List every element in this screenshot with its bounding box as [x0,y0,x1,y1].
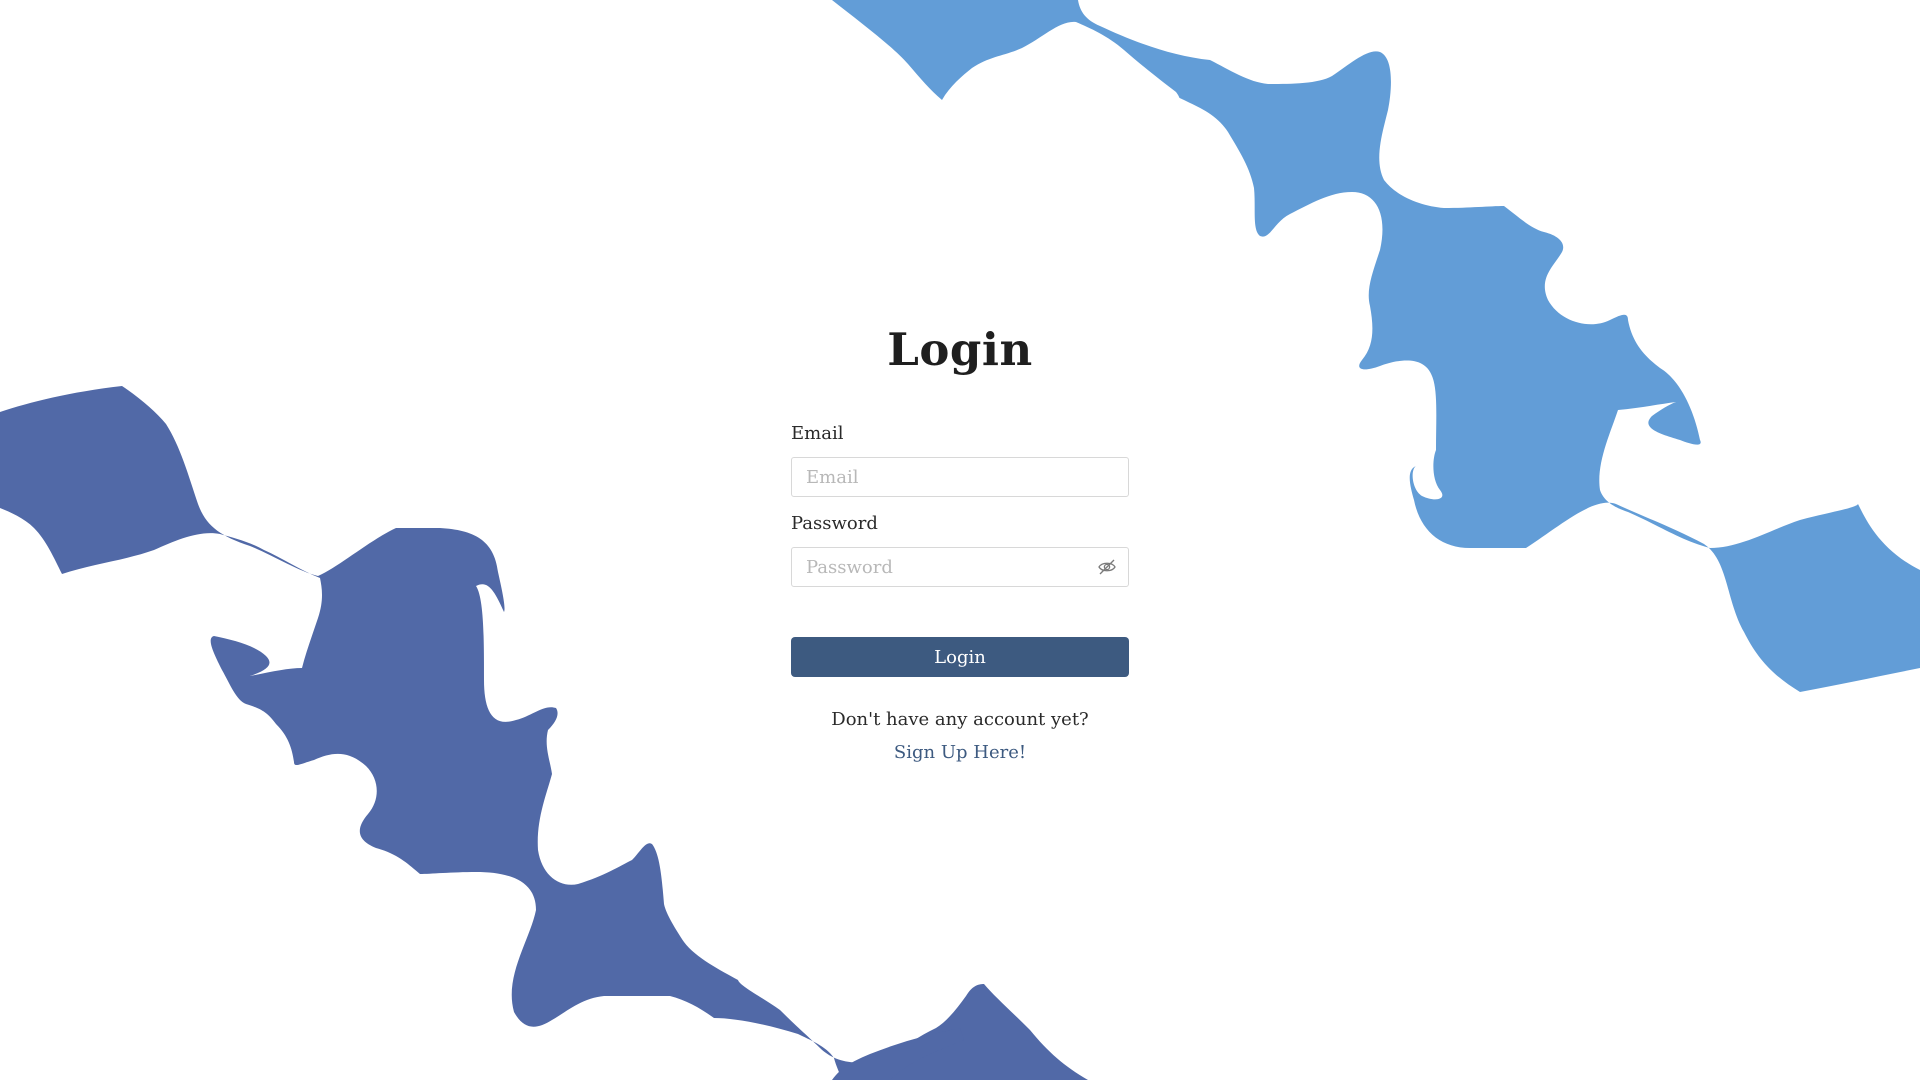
password-field-wrap [791,547,1129,587]
email-input[interactable] [791,457,1129,497]
password-label: Password [791,513,878,534]
no-account-text: Don't have any account yet? [831,709,1089,730]
eye-slash-icon[interactable] [1097,557,1117,577]
login-page: Login Email Password Login Don't have an… [0,0,1920,1080]
email-field-wrap [791,457,1129,497]
login-button[interactable]: Login [791,637,1129,677]
page-title: Login [887,323,1033,376]
password-input[interactable] [791,547,1129,587]
email-label: Email [791,423,844,444]
login-form: Login Email Password Login Don't have an… [791,318,1129,763]
wave-background [0,0,1920,1080]
signup-link[interactable]: Sign Up Here! [791,741,1129,765]
